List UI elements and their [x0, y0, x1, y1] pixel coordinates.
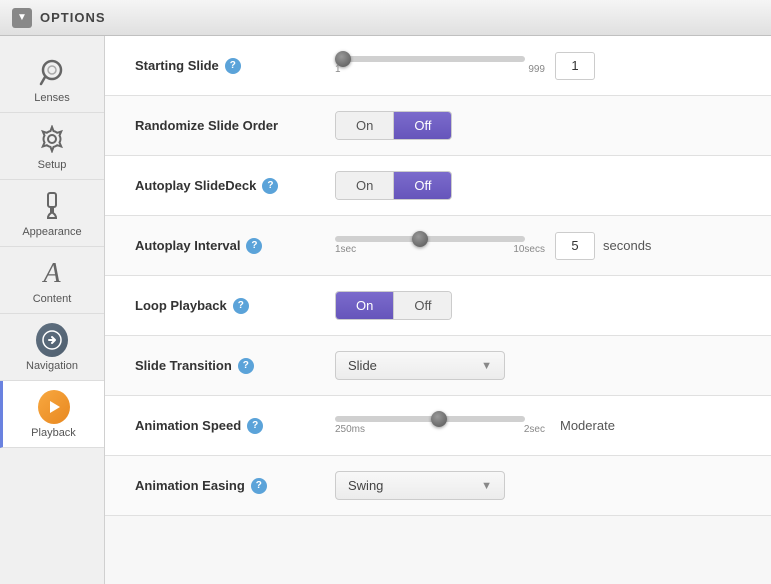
animation-speed-min: 250ms	[335, 424, 365, 435]
randomize-toggle-group: On Off	[335, 111, 452, 140]
navigation-icon	[36, 324, 68, 356]
starting-slide-label: Starting Slide ?	[135, 58, 335, 74]
starting-slide-number[interactable]	[555, 52, 595, 80]
autoplay-on-button[interactable]: On	[336, 172, 393, 199]
autoplay-slidedeck-row: Autoplay SlideDeck ? On Off	[105, 156, 771, 216]
animation-easing-row: Animation Easing ? Swing ▼	[105, 456, 771, 516]
animation-easing-value: Swing	[348, 478, 383, 493]
starting-slide-min: 1	[335, 64, 341, 75]
loop-off-button[interactable]: Off	[393, 292, 451, 319]
animation-speed-control: 250ms 2sec Moderate	[335, 416, 741, 435]
loop-playback-help[interactable]: ?	[233, 298, 249, 314]
autoplay-interval-min: 1sec	[335, 244, 356, 255]
slide-transition-help[interactable]: ?	[238, 358, 254, 374]
starting-slide-slider[interactable]	[335, 56, 525, 62]
starting-slide-help[interactable]: ?	[225, 58, 241, 74]
autoplay-interval-row: Autoplay Interval ? 1sec 10secs seconds	[105, 216, 771, 276]
loop-playback-control: On Off	[335, 291, 741, 320]
brush-icon	[36, 190, 68, 222]
sidebar-item-playback-label: Playback	[31, 427, 76, 439]
autoplay-toggle-group: On Off	[335, 171, 452, 200]
main-layout: Lenses Setup Appearance	[0, 36, 771, 584]
animation-speed-max: 2sec	[524, 424, 545, 435]
animation-speed-slider[interactable]	[335, 416, 525, 422]
sidebar-item-playback[interactable]: Playback	[0, 381, 104, 448]
starting-slide-max: 999	[528, 64, 545, 75]
autoplay-interval-slider[interactable]	[335, 236, 525, 242]
autoplay-interval-label: Autoplay Interval ?	[135, 238, 335, 254]
randomize-slide-order-control: On Off	[335, 111, 741, 140]
loop-toggle-group: On Off	[335, 291, 452, 320]
options-chevron[interactable]: ▼	[12, 8, 32, 28]
autoplay-slidedeck-help[interactable]: ?	[262, 178, 278, 194]
sidebar-item-appearance[interactable]: Appearance	[0, 180, 104, 247]
animation-speed-row: Animation Speed ? 250ms 2sec Moderate	[105, 396, 771, 456]
autoplay-interval-slider-container: 1sec 10secs	[335, 236, 545, 255]
header-title: OPTIONS	[40, 10, 106, 25]
gear-icon	[36, 123, 68, 155]
loop-playback-row: Loop Playback ? On Off	[105, 276, 771, 336]
content-area: Starting Slide ? 1 999 Randomize Slide O…	[105, 36, 771, 584]
animation-easing-help[interactable]: ?	[251, 478, 267, 494]
sidebar-item-navigation-label: Navigation	[26, 360, 78, 372]
starting-slide-slider-container: 1 999	[335, 56, 545, 75]
starting-slide-row: Starting Slide ? 1 999	[105, 36, 771, 96]
sidebar-item-appearance-label: Appearance	[22, 226, 81, 238]
slide-transition-value: Slide	[348, 358, 377, 373]
loop-on-button[interactable]: On	[336, 292, 393, 319]
randomize-slide-order-label: Randomize Slide Order	[135, 118, 335, 133]
slide-transition-dropdown[interactable]: Slide ▼	[335, 351, 505, 380]
randomize-on-button[interactable]: On	[336, 112, 393, 139]
autoplay-interval-suffix: seconds	[603, 238, 651, 253]
sidebar-item-lenses[interactable]: Lenses	[0, 46, 104, 113]
animation-easing-label: Animation Easing ?	[135, 478, 335, 494]
autoplay-slidedeck-control: On Off	[335, 171, 741, 200]
playback-icon	[38, 391, 70, 423]
animation-speed-help[interactable]: ?	[247, 418, 263, 434]
randomize-off-button[interactable]: Off	[393, 112, 451, 139]
starting-slide-control: 1 999	[335, 52, 741, 80]
animation-easing-dropdown[interactable]: Swing ▼	[335, 471, 505, 500]
sidebar-item-navigation[interactable]: Navigation	[0, 314, 104, 381]
autoplay-slidedeck-label: Autoplay SlideDeck ?	[135, 178, 335, 194]
autoplay-interval-help[interactable]: ?	[246, 238, 262, 254]
sidebar-item-setup[interactable]: Setup	[0, 113, 104, 180]
sidebar-item-setup-label: Setup	[38, 159, 67, 171]
autoplay-interval-number[interactable]	[555, 232, 595, 260]
content-icon: A	[36, 257, 68, 289]
header: ▼ OPTIONS	[0, 0, 771, 36]
animation-speed-label: Animation Speed ?	[135, 418, 335, 434]
animation-easing-arrow: ▼	[481, 480, 492, 492]
animation-easing-control: Swing ▼	[335, 471, 741, 500]
autoplay-off-button[interactable]: Off	[393, 172, 451, 199]
animation-speed-slider-container: 250ms 2sec	[335, 416, 545, 435]
loop-playback-label: Loop Playback ?	[135, 298, 335, 314]
slide-transition-row: Slide Transition ? Slide ▼	[105, 336, 771, 396]
sidebar-item-content-label: Content	[33, 293, 72, 305]
randomize-slide-order-row: Randomize Slide Order On Off	[105, 96, 771, 156]
sidebar-item-lenses-label: Lenses	[34, 92, 69, 104]
autoplay-interval-max: 10secs	[513, 244, 545, 255]
svg-text:A: A	[41, 258, 61, 288]
slide-transition-arrow: ▼	[481, 360, 492, 372]
sidebar: Lenses Setup Appearance	[0, 36, 105, 584]
animation-speed-suffix: Moderate	[560, 418, 615, 433]
lenses-icon	[36, 56, 68, 88]
sidebar-item-content[interactable]: A Content	[0, 247, 104, 314]
slide-transition-label: Slide Transition ?	[135, 358, 335, 374]
slide-transition-control: Slide ▼	[335, 351, 741, 380]
autoplay-interval-control: 1sec 10secs seconds	[335, 232, 741, 260]
